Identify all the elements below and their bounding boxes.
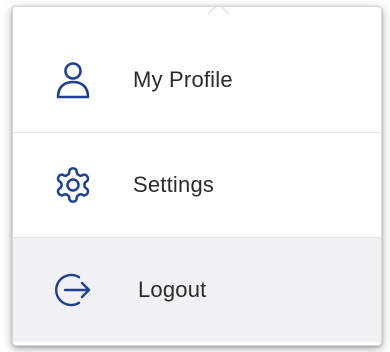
page-background: My Profile Settings Logout xyxy=(0,0,390,352)
menu-item-label: Settings xyxy=(133,172,215,197)
menu-top-padding xyxy=(13,7,381,27)
user-icon xyxy=(51,58,95,102)
menu-item-logout[interactable]: Logout xyxy=(13,237,381,342)
gear-icon xyxy=(51,163,95,207)
user-dropdown-menu: My Profile Settings Logout xyxy=(12,6,382,346)
menu-item-settings[interactable]: Settings xyxy=(13,132,381,237)
logout-icon xyxy=(51,268,95,312)
menu-item-my-profile[interactable]: My Profile xyxy=(13,27,381,132)
menu-item-label: My Profile xyxy=(133,66,233,92)
menu-item-label: Logout xyxy=(138,277,207,302)
